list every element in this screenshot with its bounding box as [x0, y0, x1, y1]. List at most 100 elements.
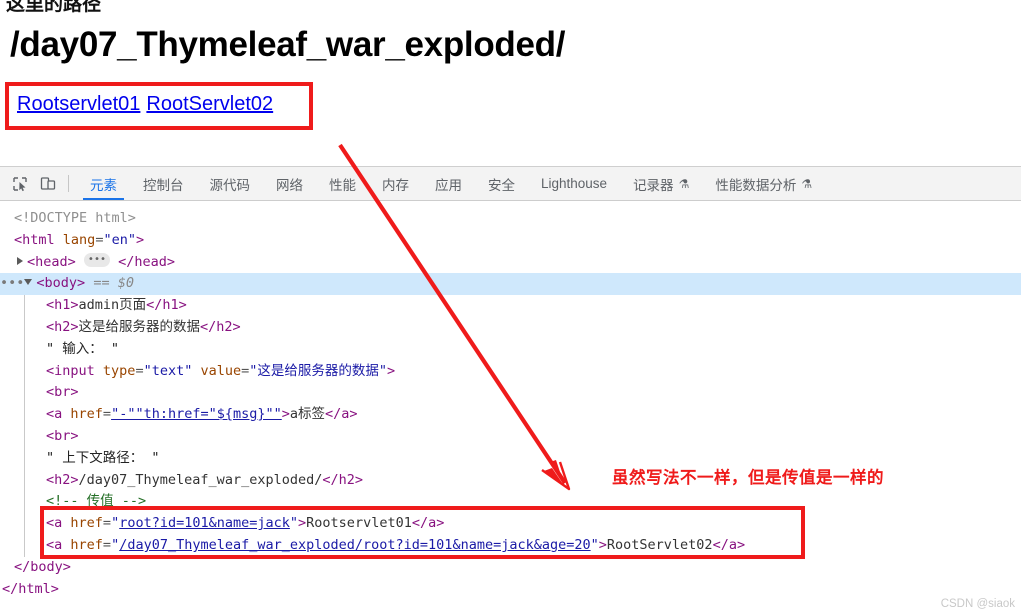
a2-gt: > [598, 536, 607, 553]
tab-performance-insights[interactable]: 性能数据分析 ⚗ [702, 167, 825, 200]
device-toolbar-icon[interactable] [34, 167, 62, 200]
chevron-down-icon[interactable] [24, 279, 33, 286]
tab-label: 性能 [329, 177, 356, 193]
tab-label: 网络 [276, 177, 303, 193]
clipped-top-text: 这里的路径 [6, 0, 102, 15]
tab-lighthouse[interactable]: Lighthouse [528, 167, 620, 200]
a2-text: RootServlet02 [606, 536, 713, 553]
tab-label: Lighthouse [541, 176, 608, 191]
tab-console[interactable]: 控制台 [130, 167, 197, 200]
html-lang-attr-value: "en" [103, 231, 136, 248]
dom-node-a-rootservlet01[interactable]: <a href="root?id=101&name=jack">Rootserv… [0, 513, 1021, 535]
dom-node-doctype[interactable]: <!DOCTYPE html> [0, 208, 1021, 230]
comment-text: <!-- 传值 --> [46, 493, 147, 510]
dom-node-h2-data[interactable]: <h2>这是给服务器的数据</h2> [0, 317, 1021, 339]
h2b-text: /day07_Thymeleaf_war_exploded/ [78, 471, 323, 488]
a1-href-attr-name: href [70, 515, 103, 532]
page-title: /day07_Thymeleaf_war_exploded/ [10, 25, 566, 64]
dom-node-html-open[interactable]: <html lang="en"> [0, 230, 1021, 252]
dom-node-body-open[interactable]: ••• <body> == $0 [0, 273, 1021, 296]
html-open-gt: > [135, 231, 145, 248]
tab-application[interactable]: 应用 [422, 167, 475, 200]
a-msg-text: a标签 [289, 406, 326, 423]
tab-label: 应用 [435, 177, 462, 193]
dom-node-a-msg[interactable]: <a href="-""th:href="${msg}"">a标签</a> [0, 404, 1021, 426]
html-lang-attr-name: lang [62, 231, 96, 248]
a2-href-attr-value[interactable]: /day07_Thymeleaf_war_exploded/root?id=10… [119, 537, 590, 553]
a1-gt: > [298, 515, 307, 532]
tab-label: 内存 [382, 177, 409, 193]
dom-node-h1[interactable]: <h1>admin页面</h1> [0, 295, 1021, 317]
h2b-close-tag: </h2> [322, 471, 363, 488]
link-rootservlet02[interactable]: RootServlet02 [146, 93, 273, 115]
annotation-note-text: 虽然写法不一样，但是传值是一样的 [612, 469, 884, 487]
h1-close-tag: </h1> [146, 297, 187, 314]
tab-label: 元素 [90, 177, 117, 193]
toolbar-divider [68, 175, 69, 192]
head-close-tag: </head> [118, 253, 176, 270]
dom-node-html-close[interactable]: </html> [0, 579, 1021, 601]
tab-elements[interactable]: 元素 [77, 167, 130, 200]
a1-href-attr-value[interactable]: root?id=101&name=jack [119, 515, 290, 531]
a-msg-gt: > [281, 406, 290, 423]
input-open-tag: <input [46, 362, 95, 379]
tab-security[interactable]: 安全 [475, 167, 528, 200]
h2a-open-tag: <h2> [46, 318, 79, 335]
a-msg-open-tag: <a [46, 406, 63, 423]
h1-open-tag: <h1> [46, 297, 79, 314]
h2b-open-tag: <h2> [46, 471, 79, 488]
selected-node-marker: == $0 [93, 275, 134, 292]
body-close-tag: </body> [14, 558, 71, 575]
input-value-attr-name: value [200, 362, 242, 379]
input-type-attr-name: type [102, 362, 136, 379]
a-msg-href-attr-value[interactable]: "-""th:href="${msg}"" [111, 406, 282, 422]
dom-node-input[interactable]: <input type="text" value="这是给服务器的数据"> [0, 361, 1021, 383]
link-rootservlet01[interactable]: Rootservlet01 [17, 93, 140, 115]
h2a-text: 这是给服务器的数据 [78, 318, 201, 335]
devtools-panel: 元素 控制台 源代码 网络 性能 内存 应用 安全 Lighthouse 记录器… [0, 166, 1021, 614]
tab-label: 记录器 [633, 177, 674, 193]
dom-node-a-rootservlet02[interactable]: <a href="/day07_Thymeleaf_war_exploded/r… [0, 535, 1021, 557]
beaker-icon: ⚗ [678, 176, 690, 191]
text-node-context-label: " 上下文路径： " [46, 449, 160, 466]
a1-open-tag: <a [46, 515, 63, 532]
h1-text: admin页面 [78, 297, 147, 314]
tab-performance[interactable]: 性能 [316, 167, 369, 200]
inspect-element-icon[interactable] [6, 167, 34, 200]
dom-node-body-close[interactable]: </body> [0, 557, 1021, 579]
text-node-input-label: " 输入： " [46, 340, 120, 357]
a2-href-attr-name: href [70, 536, 103, 553]
beaker-icon: ⚗ [801, 176, 813, 191]
tab-label: 安全 [488, 177, 515, 193]
devtools-toolbar: 元素 控制台 源代码 网络 性能 内存 应用 安全 Lighthouse 记录器… [0, 167, 1021, 201]
dom-node-br-1[interactable]: <br> [0, 382, 1021, 404]
html-open-lt: < [14, 231, 23, 248]
tab-sources[interactable]: 源代码 [197, 167, 264, 200]
input-value-attr-value: "这是给服务器的数据" [249, 362, 388, 379]
dom-tree[interactable]: <!DOCTYPE html> <html lang="en"> <head> … [0, 201, 1021, 600]
dom-node-comment[interactable]: <!-- 传值 --> [0, 491, 1021, 513]
tab-label: 控制台 [143, 177, 184, 193]
input-type-attr-value: "text" [143, 362, 193, 379]
node-menu-icon[interactable]: ••• [0, 275, 24, 291]
br1-tag: <br> [46, 384, 79, 401]
a-msg-href-attr-name: href [70, 406, 103, 423]
head-open-tag: <head> [27, 253, 76, 270]
a1-text: Rootservlet01 [306, 515, 412, 532]
tab-memory[interactable]: 内存 [369, 167, 422, 200]
a2-close-tag: </a> [712, 536, 746, 553]
dom-node-br-2[interactable]: <br> [0, 426, 1021, 448]
tab-recorder[interactable]: 记录器 ⚗ [620, 167, 702, 200]
html-tag-name: html [22, 231, 55, 248]
body-open-tag: <body> [36, 275, 86, 292]
a-msg-close-tag: </a> [325, 406, 358, 423]
tab-label: 源代码 [209, 177, 251, 193]
collapsed-children-icon[interactable]: ••• [83, 252, 110, 267]
tab-network[interactable]: 网络 [263, 167, 316, 200]
a1-close-tag: </a> [411, 515, 445, 532]
tab-label: 性能数据分析 [715, 177, 797, 193]
html-close-tag: </html> [2, 580, 59, 597]
dom-node-head[interactable]: <head> ••• </head> [0, 252, 1021, 274]
chevron-right-icon[interactable] [17, 256, 23, 265]
dom-node-text-input-label[interactable]: " 输入： " [0, 339, 1021, 361]
